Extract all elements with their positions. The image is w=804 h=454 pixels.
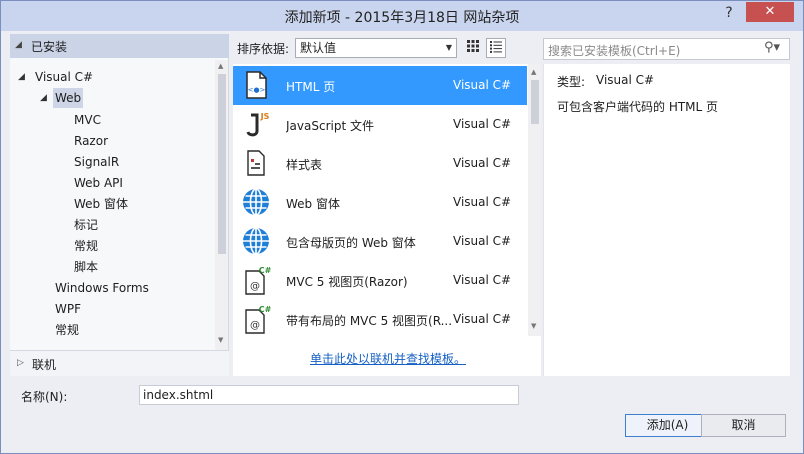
svg-text:C#: C# (259, 305, 271, 314)
tree-item-label: Web (53, 88, 84, 108)
template-item-web-forms-with-master[interactable]: 包含母版页的 Web 窗体 Visual C# (233, 222, 527, 261)
tree-item-mvc[interactable]: MVC (74, 110, 101, 130)
add-button[interactable]: 添加(A) (625, 414, 710, 437)
add-new-item-dialog: 添加新项 - 2015年3月18日 网站杂项 ? ✕ ◢ 已安装 ◢ Visua… (0, 0, 804, 454)
scroll-thumb[interactable] (531, 80, 539, 124)
template-detail-pane: 类型: Visual C# 可包含客户端代码的 HTML 页 (543, 64, 790, 376)
template-item-html-page[interactable]: <●> HTML 页 Visual C# (233, 66, 527, 105)
tree-scrollbar[interactable]: ▲ ▼ (215, 60, 228, 350)
template-name: Web 窗体 (286, 197, 340, 211)
expanded-arrow-icon: ◢ (40, 93, 47, 103)
sort-by-label: 排序依据: (237, 42, 290, 56)
expanded-arrow-icon: ◢ (18, 72, 25, 82)
close-button[interactable]: ✕ (746, 2, 794, 22)
template-list-scrollbar[interactable]: ▲ ▼ (528, 64, 541, 336)
tree-item-web-forms[interactable]: Web 窗体 (74, 194, 128, 214)
template-item-mvc5-view-page[interactable]: @ C# MVC 5 视图页(Razor) Visual C# (233, 261, 527, 300)
find-templates-online-link[interactable]: 单击此处以联机并查找模板。 (310, 350, 466, 367)
search-icon[interactable]: ⚲▾ (764, 40, 780, 55)
tree-item-razor[interactable]: Razor (74, 131, 108, 151)
scroll-down-arrow-icon[interactable]: ▼ (531, 322, 536, 330)
template-name: 带有布局的 MVC 5 视图页(R... (286, 314, 451, 328)
online-label: 联机 (32, 358, 57, 372)
search-placeholder: 搜索已安装模板(Ctrl+E) (548, 44, 681, 58)
template-language: Visual C# (453, 195, 512, 209)
globe-icon (243, 188, 269, 216)
template-description: 可包含客户端代码的 HTML 页 (557, 100, 719, 114)
sort-by-dropdown[interactable]: 默认值 ▼ (295, 38, 457, 58)
template-name: 包含母版页的 Web 窗体 (286, 236, 416, 250)
chevron-down-icon: ▼ (445, 43, 452, 52)
name-label: 名称(N): (21, 390, 68, 404)
scroll-thumb[interactable] (218, 74, 226, 254)
list-view-icon (490, 41, 502, 53)
svg-text:JS: JS (260, 112, 270, 121)
template-item-stylesheet[interactable]: 样式表 Visual C# (233, 144, 527, 183)
tree-item-signalr[interactable]: SignalR (74, 152, 119, 172)
grid-view-icon (467, 40, 479, 52)
template-name: JavaScript 文件 (286, 119, 374, 133)
html-page-icon: <●> (246, 71, 267, 99)
tree-item-general-2[interactable]: 常规 (55, 320, 79, 340)
razor-page-icon: @ C# (245, 305, 271, 334)
tree-item-wpf[interactable]: WPF (55, 299, 81, 319)
category-tree-panel: ◢ 已安装 ◢ Visual C# ◢ Web MVC Razor Signal… (10, 34, 229, 376)
template-name: 样式表 (286, 158, 323, 172)
scroll-up-arrow-icon[interactable]: ▲ (218, 62, 223, 70)
cancel-button[interactable]: 取消 (701, 414, 786, 437)
template-list: <●> HTML 页 Visual C# JS JavaScript 文件 Vi… (233, 64, 541, 376)
scroll-up-arrow-icon[interactable]: ▲ (531, 68, 536, 76)
tree-item-web-api[interactable]: Web API (74, 173, 123, 193)
dialog-title: 添加新项 - 2015年3月18日 网站杂项 (284, 10, 520, 26)
type-label: 类型: (557, 75, 586, 89)
list-view-button[interactable] (486, 38, 506, 58)
tree-item-markup[interactable]: 标记 (74, 215, 98, 235)
sort-by-value: 默认值 (300, 41, 337, 55)
tree-item-script[interactable]: 脚本 (74, 257, 98, 277)
scroll-down-arrow-icon[interactable]: ▼ (218, 336, 223, 344)
svg-text:<●>: <●> (248, 86, 266, 94)
template-item-web-forms[interactable]: Web 窗体 Visual C# (233, 183, 527, 222)
installed-label: 已安装 (31, 40, 68, 54)
template-language: Visual C# (453, 234, 512, 248)
globe-icon (243, 227, 269, 255)
collapse-arrow-icon: ◢ (15, 40, 22, 50)
search-installed-templates-input[interactable]: 搜索已安装模板(Ctrl+E) ⚲▾ (543, 38, 790, 60)
installed-header[interactable]: ◢ 已安装 (10, 34, 229, 58)
template-item-javascript-file[interactable]: JS JavaScript 文件 Visual C# (233, 105, 527, 144)
javascript-file-icon: JS (246, 112, 270, 137)
stylesheet-icon (247, 150, 265, 176)
grid-view-button[interactable] (463, 38, 483, 58)
template-language: Visual C# (453, 312, 512, 326)
collapsed-arrow-icon: ▷ (17, 358, 24, 368)
online-category[interactable]: ▷ 联机 (10, 350, 229, 376)
tree-item-label: Visual C# (35, 70, 94, 84)
name-field[interactable]: index.shtml (139, 385, 519, 405)
template-language: Visual C# (453, 78, 512, 92)
template-name: HTML 页 (286, 80, 336, 94)
template-language: Visual C# (453, 273, 512, 287)
help-button[interactable]: ? (719, 5, 739, 25)
tree-item-general[interactable]: 常规 (74, 236, 98, 256)
svg-text:@: @ (250, 281, 260, 292)
tree-item-windows-forms[interactable]: Windows Forms (55, 278, 149, 298)
title-bar: 添加新项 - 2015年3月18日 网站杂项 ? ✕ (1, 1, 803, 31)
svg-text:@: @ (250, 320, 260, 331)
template-language: Visual C# (453, 117, 512, 131)
type-value: Visual C# (596, 73, 655, 87)
template-item-mvc5-view-page-with-layout[interactable]: @ C# 带有布局的 MVC 5 视图页(R... Visual C# (233, 300, 527, 339)
template-name: MVC 5 视图页(Razor) (286, 275, 408, 289)
razor-page-icon: @ C# (245, 266, 271, 295)
template-language: Visual C# (453, 156, 512, 170)
svg-text:C#: C# (259, 266, 271, 275)
